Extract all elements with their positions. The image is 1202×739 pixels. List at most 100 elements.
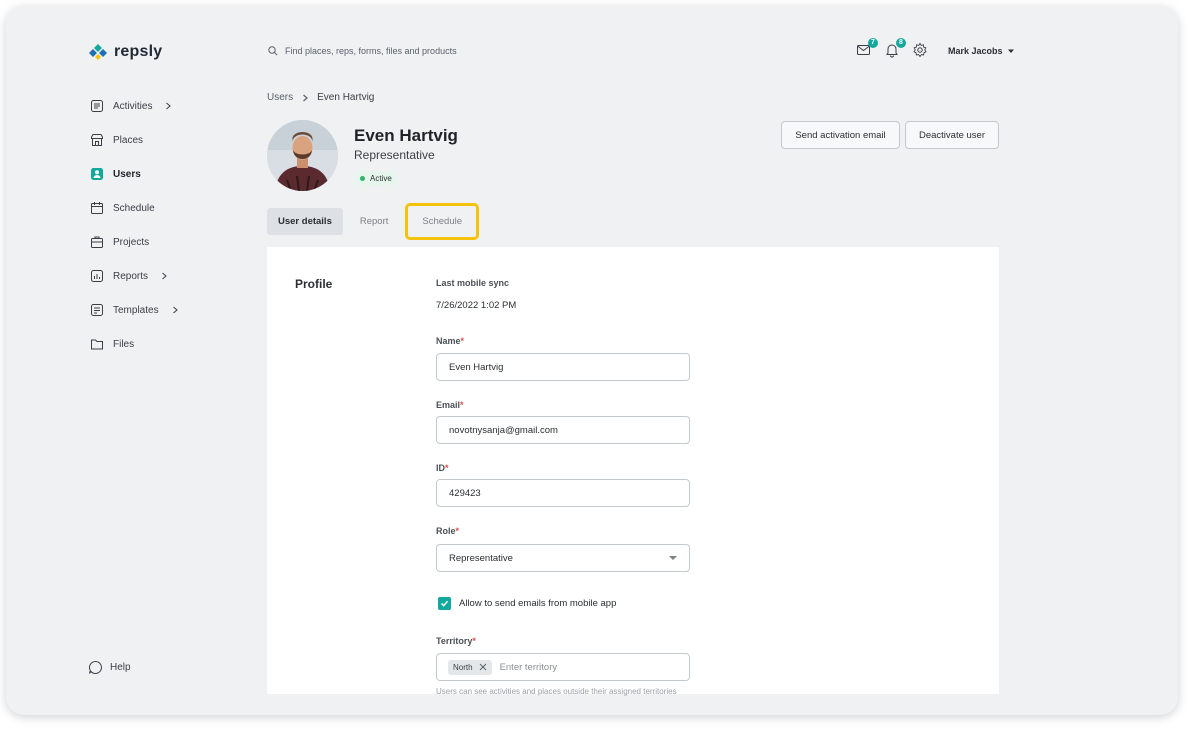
territory-hint: Users can see activities and places outs… [436, 687, 677, 696]
id-label: ID* [436, 463, 449, 473]
territory-field[interactable]: North Enter territory [436, 653, 690, 681]
template-icon [91, 304, 103, 316]
search-icon [268, 46, 278, 56]
role-select-value: Representative [449, 552, 513, 564]
required-marker: * [455, 526, 460, 536]
user-menu-name: Mark Jacobs [948, 46, 1003, 56]
deactivate-user-button[interactable]: Deactivate user [905, 121, 999, 149]
name-label-text: Name [436, 336, 461, 346]
caret-down-icon [1007, 49, 1014, 53]
breadcrumb-current: Even Hartvig [317, 92, 375, 103]
sidebar-item-users[interactable]: Users [88, 157, 248, 191]
tab-user-details[interactable]: User details [267, 208, 343, 235]
required-marker: * [445, 463, 449, 473]
profile-section-title: Profile [295, 277, 333, 291]
tab-schedule[interactable]: Schedule [405, 203, 480, 240]
territory-label-text: Territory [436, 636, 473, 646]
repsly-logo[interactable]: repsly [88, 42, 162, 62]
notifications-button[interactable]: 8 [884, 38, 906, 60]
sidebar-item-label: Schedule [113, 202, 155, 214]
help-label: Help [110, 662, 131, 673]
sidebar-item-label: Reports [113, 270, 149, 282]
sidebar-item-schedule[interactable]: Schedule [88, 191, 248, 225]
sidebar-item-reports[interactable]: Reports [88, 259, 248, 293]
chevron-right-icon [172, 306, 178, 314]
status-badge: Active [354, 171, 398, 186]
id-label-text: ID [436, 463, 445, 473]
tab-report[interactable]: Report [349, 208, 400, 235]
user-icon [91, 168, 103, 180]
territory-input-placeholder[interactable]: Enter territory [500, 662, 558, 673]
role-label: Role* [436, 526, 459, 536]
mail-button[interactable]: 7 [856, 38, 878, 60]
profile-card: Profile Last mobile sync 7/26/2022 1:02 … [267, 247, 999, 696]
logo-text: repsly [114, 43, 163, 60]
gear-icon [913, 42, 927, 58]
breadcrumb-users-link[interactable]: Users [267, 92, 293, 103]
notification-badge: 8 [896, 38, 906, 48]
email-label-text: Email [436, 400, 461, 410]
tabs: User details Report Schedule [267, 203, 480, 240]
allow-emails-label: Allow to send emails from mobile app [459, 598, 617, 609]
role-label-text: Role [436, 526, 456, 536]
required-marker: * [472, 636, 476, 646]
mail-badge: 7 [868, 38, 878, 48]
territory-label: Territory* [436, 636, 476, 646]
sidebar-item-label: Places [113, 134, 144, 146]
store-icon [91, 134, 103, 146]
email-field[interactable]: novotnysanja@gmail.com [436, 416, 690, 444]
chart-icon [91, 270, 103, 282]
allow-emails-option[interactable]: Allow to send emails from mobile app [438, 597, 616, 610]
last-sync-label: Last mobile sync [436, 278, 510, 288]
user-role: Representative [354, 148, 435, 162]
close-icon[interactable] [479, 663, 487, 671]
territory-tag-label: North [453, 662, 473, 672]
id-field[interactable]: 429423 [436, 479, 690, 507]
email-label: Email* [436, 400, 464, 410]
territory-tag: North [448, 659, 492, 675]
sidebar-item-activities[interactable]: Activities [88, 89, 248, 123]
send-activation-email-button[interactable]: Send activation email [781, 121, 900, 149]
chevron-right-icon [303, 94, 309, 101]
user-menu[interactable]: Mark Jacobs [948, 46, 1015, 56]
repsly-logo-icon [89, 44, 107, 60]
sidebar-item-files[interactable]: Files [88, 327, 248, 361]
sidebar-item-label: Users [113, 168, 141, 180]
help-link[interactable]: Help [88, 660, 131, 675]
sidebar-item-label: Projects [113, 236, 150, 248]
sidebar-item-templates[interactable]: Templates [88, 293, 248, 327]
settings-button[interactable] [912, 42, 930, 60]
calendar-icon [91, 202, 103, 214]
name-field[interactable]: Even Hartvig [436, 353, 690, 381]
list-icon [91, 100, 103, 112]
briefcase-icon [91, 236, 103, 248]
sidebar-item-label: Templates [113, 304, 159, 316]
status-dot-icon [360, 176, 365, 181]
folder-icon [91, 339, 103, 350]
allow-emails-checkbox[interactable] [438, 597, 451, 610]
name-label: Name* [436, 336, 464, 346]
avatar-image [267, 120, 338, 191]
required-marker: * [460, 400, 464, 410]
chevron-right-icon [162, 272, 167, 280]
sidebar-item-label: Files [113, 338, 135, 350]
app-window: repsly Find places, reps, forms, files a… [6, 6, 1178, 715]
role-select[interactable]: Representative [436, 544, 690, 572]
status-text: Active [370, 174, 392, 183]
breadcrumb: Users Even Hartvig [267, 92, 374, 103]
required-marker: * [460, 336, 465, 346]
search-placeholder[interactable]: Find places, reps, forms, files and prod… [285, 46, 457, 56]
sidebar-item-places[interactable]: Places [88, 123, 248, 157]
last-sync-value: 7/26/2022 1:02 PM [436, 300, 517, 311]
page-title: Even Hartvig [354, 126, 458, 145]
global-search[interactable]: Find places, reps, forms, files and prod… [268, 46, 457, 56]
header-actions: 7 8 Mark Jacobs [856, 38, 1015, 60]
avatar [267, 120, 338, 191]
sidebar: Activities Places Users Schedule Project… [88, 89, 248, 361]
chat-bubble-icon [89, 660, 102, 674]
chevron-right-icon [166, 102, 172, 110]
caret-down-icon [669, 556, 677, 560]
sidebar-item-projects[interactable]: Projects [88, 225, 248, 259]
sidebar-item-label: Activities [113, 100, 153, 112]
checkmark-icon [440, 600, 449, 607]
